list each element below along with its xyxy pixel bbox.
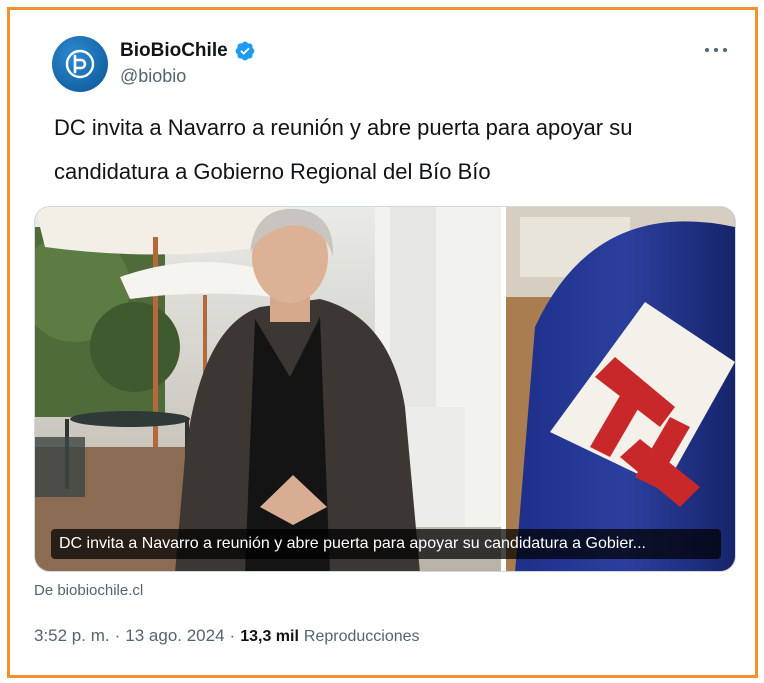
tweet-time[interactable]: 3:52 p. m. [34,626,110,646]
more-options-icon[interactable] [701,40,731,60]
tweet-card: BioBioChile @biobio DC invita a Navarro … [7,7,758,678]
display-name[interactable]: BioBioChile [120,40,228,62]
tweet-date[interactable]: 13 ago. 2024 [125,626,224,646]
card-source-link[interactable]: De biobiochile.cl [34,582,143,599]
author-name-row: BioBioChile [120,40,256,62]
tweet-text-line: DC invita a Navarro a reunión y abre pue… [54,115,633,140]
views-label: Reproducciones [303,628,420,645]
handle[interactable]: @biobio [120,66,186,87]
news-photo [35,207,735,571]
link-card-image[interactable]: DC invita a Navarro a reunión y abre pue… [34,206,736,572]
views-count: 13,3 mil [240,628,299,645]
tweet-text-line: candidatura a Gobierno Regional del Bío … [54,159,491,184]
tweet-text: DC invita a Navarro a reunión y abre pue… [54,106,724,194]
meta-separator: · [229,626,236,645]
avatar[interactable] [52,36,108,92]
meta-separator: · [114,626,121,645]
card-caption: DC invita a Navarro a reunión y abre pue… [51,529,721,559]
tweet-meta: 3:52 p. m. · 13 ago. 2024 · 13,3 mil Rep… [34,626,420,646]
biobio-logo-icon [65,49,95,79]
verified-badge-icon [235,41,255,61]
